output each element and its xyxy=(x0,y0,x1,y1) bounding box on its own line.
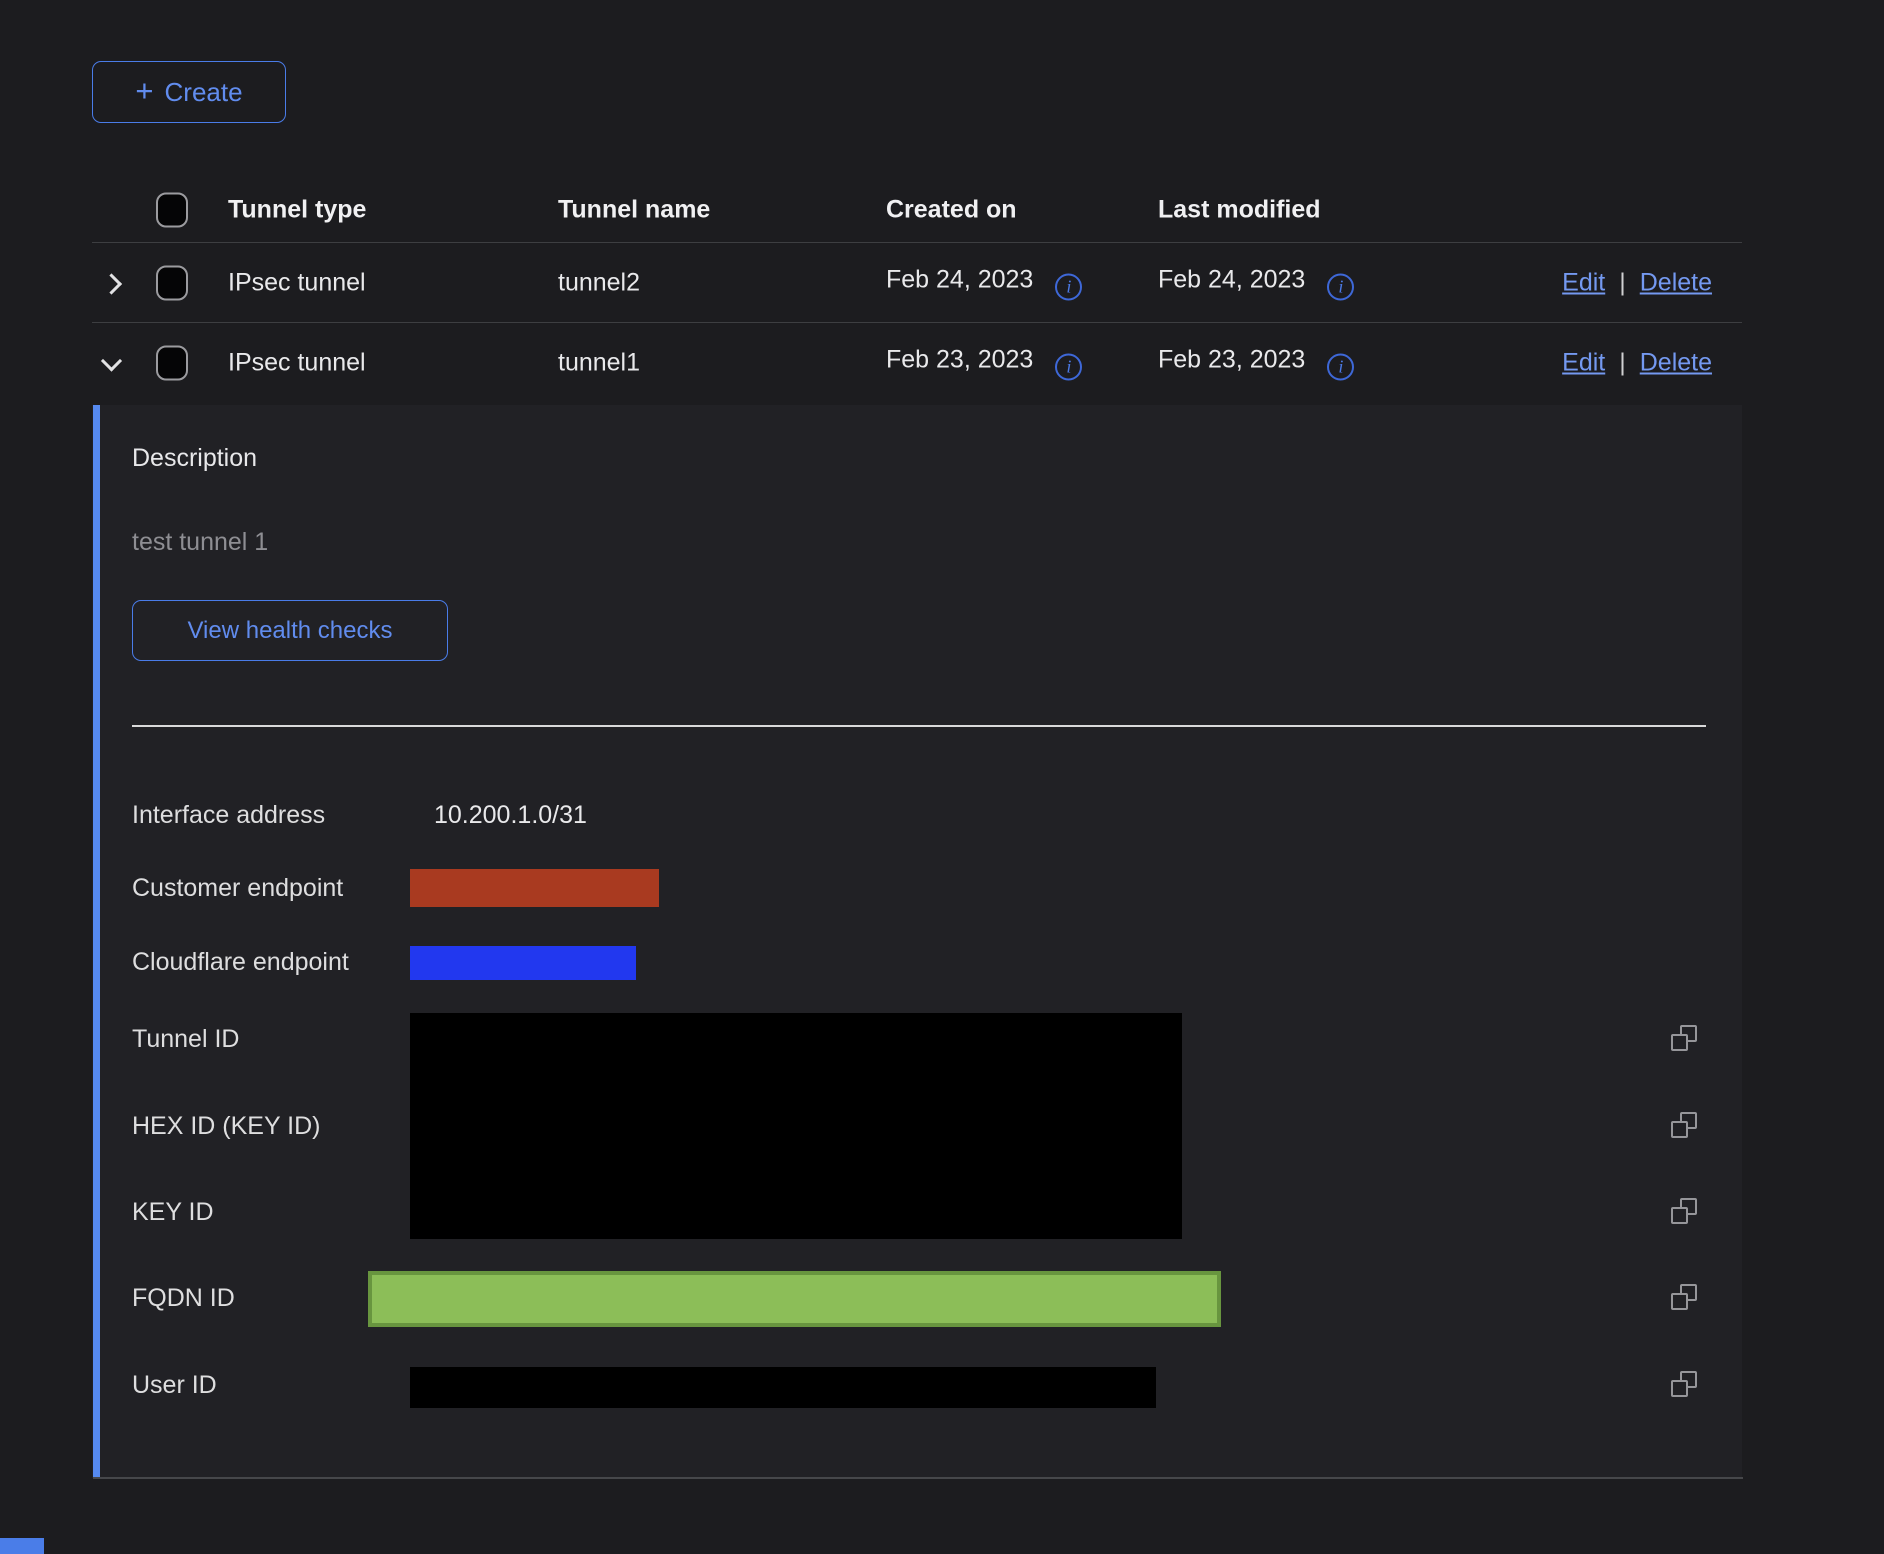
table-row: IPsec tunnel tunnel2 Feb 24, 2023 i Feb 2… xyxy=(92,243,1742,323)
created-on-cell: Feb 24, 2023 i xyxy=(886,265,1082,300)
customer-endpoint-redacted-value xyxy=(410,869,659,907)
section-divider xyxy=(132,725,1706,727)
header-tunnel-name: Tunnel name xyxy=(558,195,710,224)
customer-endpoint-label: Customer endpoint xyxy=(132,874,343,903)
row-actions: Edit | Delete xyxy=(1562,349,1712,378)
copy-icon[interactable] xyxy=(1670,1025,1700,1055)
tunnel-details-panel: Description test tunnel 1 View health ch… xyxy=(92,405,1742,1478)
row-checkbox[interactable] xyxy=(156,346,188,381)
expanded-row-accent-bar xyxy=(93,405,100,1478)
select-all-checkbox[interactable] xyxy=(156,192,188,227)
user-id-label: User ID xyxy=(132,1371,217,1400)
interface-address-label: Interface address xyxy=(132,801,325,830)
expand-row-chevron-icon[interactable] xyxy=(101,273,122,294)
tunnel-type-cell: IPsec tunnel xyxy=(228,349,366,378)
user-id-redacted-value xyxy=(410,1367,1156,1408)
tunnel-name-cell: tunnel2 xyxy=(558,268,640,297)
hex-id-label: HEX ID (KEY ID) xyxy=(132,1112,320,1141)
create-button[interactable]: + Create xyxy=(92,61,286,123)
description-value: test tunnel 1 xyxy=(132,528,268,557)
table-row: IPsec tunnel tunnel1 Feb 23, 2023 i Feb 2… xyxy=(92,323,1742,403)
create-button-label: Create xyxy=(165,77,243,108)
created-on-date: Feb 24, 2023 xyxy=(886,265,1033,293)
interface-address-value: 10.200.1.0/31 xyxy=(434,801,587,830)
info-icon[interactable]: i xyxy=(1055,273,1082,300)
last-modified-date: Feb 24, 2023 xyxy=(1158,265,1305,293)
fqdn-id-redacted-value xyxy=(368,1271,1221,1327)
created-on-cell: Feb 23, 2023 i xyxy=(886,346,1082,381)
header-created-on: Created on xyxy=(886,195,1017,224)
last-modified-cell: Feb 24, 2023 i xyxy=(1158,265,1354,300)
table-header-row: Tunnel type Tunnel name Created on Last … xyxy=(92,177,1742,243)
cloudflare-endpoint-redacted-value xyxy=(410,946,636,980)
plus-icon: + xyxy=(135,75,153,106)
delete-link[interactable]: Delete xyxy=(1640,349,1712,378)
cloudflare-endpoint-label: Cloudflare endpoint xyxy=(132,948,349,977)
tunnel-type-cell: IPsec tunnel xyxy=(228,268,366,297)
edit-link[interactable]: Edit xyxy=(1562,349,1605,378)
copy-icon[interactable] xyxy=(1670,1112,1700,1142)
last-modified-cell: Feb 23, 2023 i xyxy=(1158,346,1354,381)
copy-icon[interactable] xyxy=(1670,1198,1700,1228)
header-last-modified: Last modified xyxy=(1158,195,1321,224)
delete-link[interactable]: Delete xyxy=(1640,268,1712,297)
ids-redacted-value xyxy=(410,1013,1182,1239)
key-id-label: KEY ID xyxy=(132,1198,214,1227)
info-icon[interactable]: i xyxy=(1327,273,1354,300)
copy-icon[interactable] xyxy=(1670,1371,1700,1401)
info-icon[interactable]: i xyxy=(1327,354,1354,381)
bottom-left-accent xyxy=(0,1538,44,1554)
tunnel-name-cell: tunnel1 xyxy=(558,349,640,378)
fqdn-id-label: FQDN ID xyxy=(132,1284,235,1313)
tunnels-table: Tunnel type Tunnel name Created on Last … xyxy=(92,177,1742,403)
row-checkbox[interactable] xyxy=(156,265,188,300)
last-modified-date: Feb 23, 2023 xyxy=(1158,346,1305,374)
actions-separator: | xyxy=(1619,349,1626,378)
actions-separator: | xyxy=(1619,268,1626,297)
created-on-date: Feb 23, 2023 xyxy=(886,346,1033,374)
copy-icon[interactable] xyxy=(1670,1284,1700,1314)
edit-link[interactable]: Edit xyxy=(1562,268,1605,297)
table-bottom-divider xyxy=(93,1477,1743,1479)
info-icon[interactable]: i xyxy=(1055,354,1082,381)
view-health-checks-button[interactable]: View health checks xyxy=(132,600,448,661)
tunnel-id-label: Tunnel ID xyxy=(132,1025,239,1054)
description-label: Description xyxy=(132,444,257,473)
row-actions: Edit | Delete xyxy=(1562,268,1712,297)
collapse-row-chevron-icon[interactable] xyxy=(101,350,122,371)
header-tunnel-type: Tunnel type xyxy=(228,195,366,224)
